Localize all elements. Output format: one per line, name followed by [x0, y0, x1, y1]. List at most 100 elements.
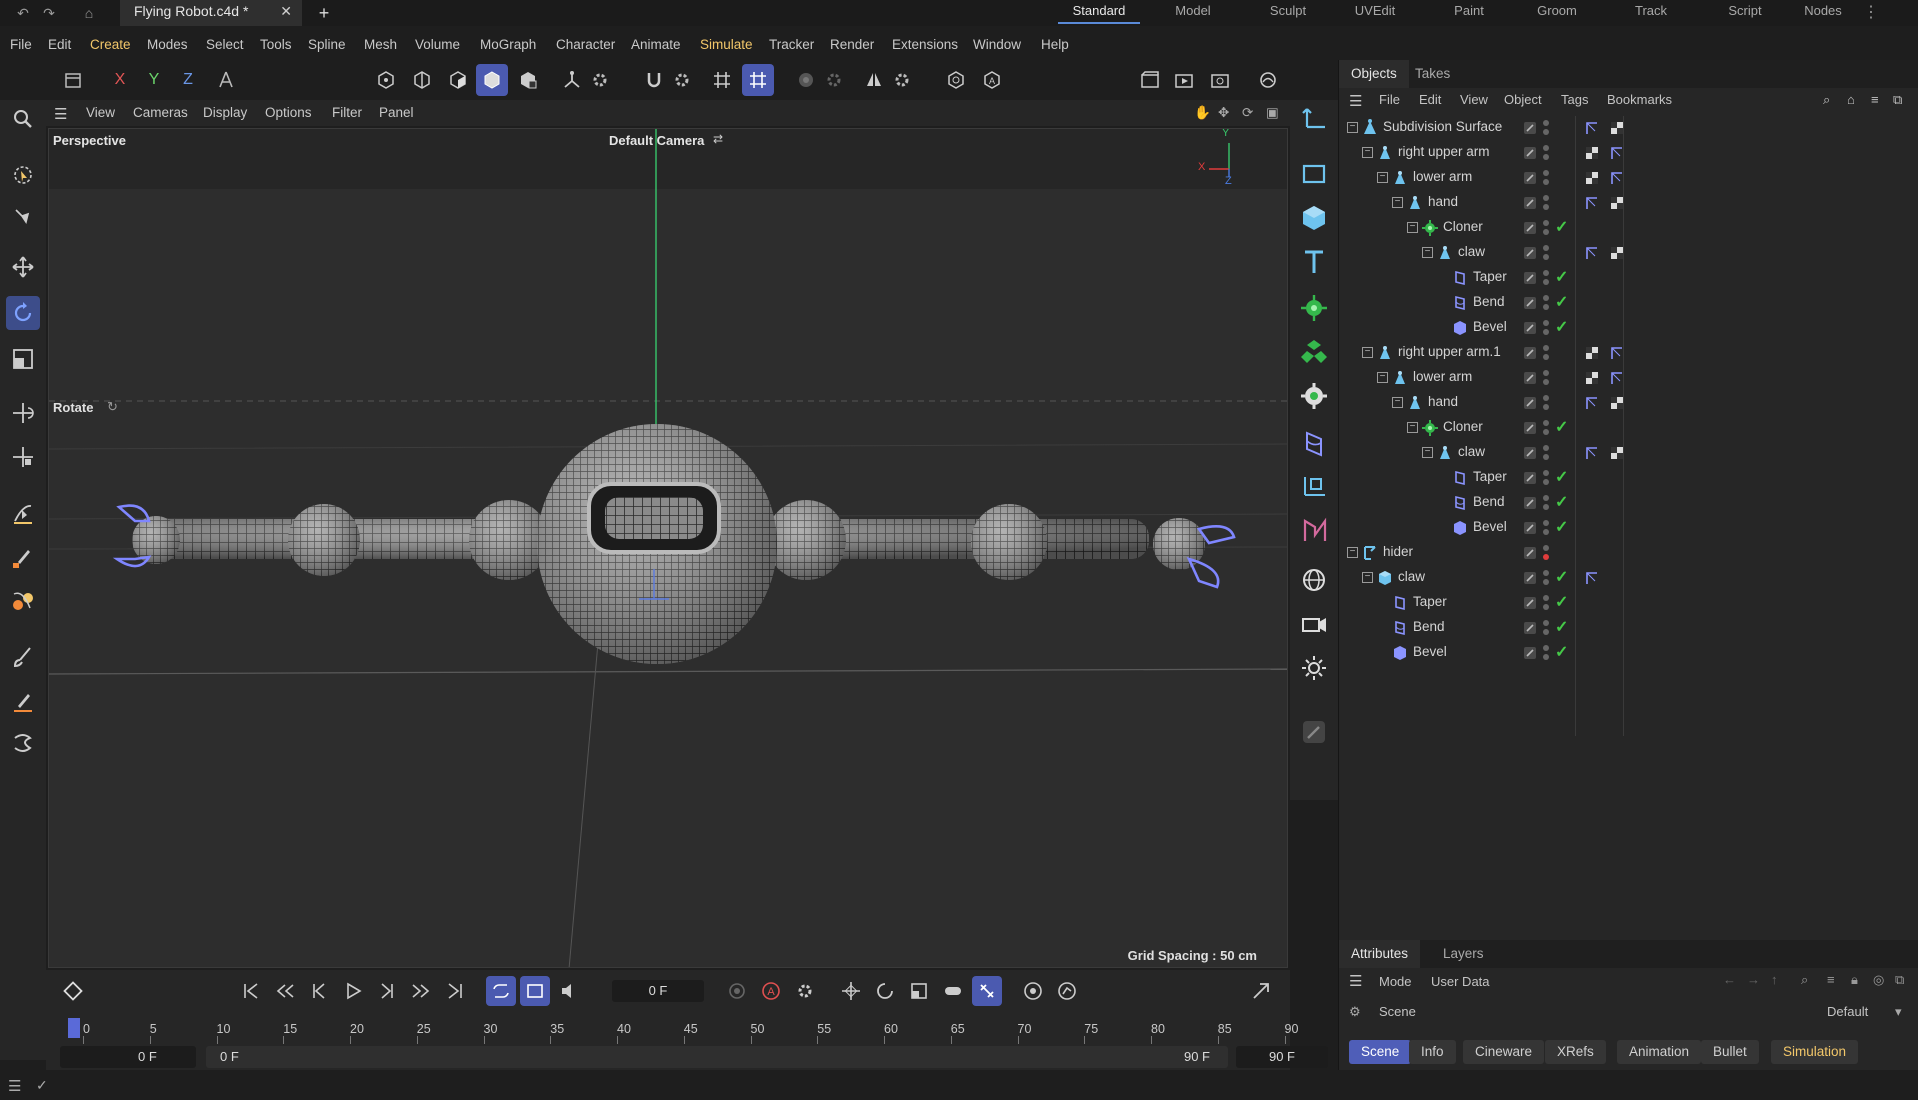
visibility-dots-icon[interactable]	[1542, 244, 1556, 262]
object-name[interactable]: Subdivision Surface	[1383, 119, 1502, 134]
scale-icon[interactable]	[6, 342, 40, 376]
coordinate-system-icon[interactable]	[210, 64, 242, 96]
enabled-check-icon[interactable]: ✓	[1555, 642, 1569, 661]
layer-edit-icon[interactable]	[1523, 321, 1537, 335]
checker-tag-icon[interactable]	[1585, 146, 1599, 160]
soft-selection-settings-icon[interactable]	[818, 64, 850, 96]
checker-tag-icon[interactable]	[1610, 446, 1624, 460]
collapse-toggle-icon[interactable]: −	[1362, 147, 1373, 158]
toggle-views-icon[interactable]: ▣	[1266, 105, 1279, 121]
enabled-check-icon[interactable]: ✓	[1555, 617, 1569, 636]
phong-tag-icon[interactable]	[1585, 196, 1599, 210]
objects-menu-bookmarks[interactable]: Bookmarks	[1607, 92, 1672, 107]
object-row[interactable]: − right upper arm.1	[1339, 341, 1918, 365]
status-check-icon[interactable]: ✓	[36, 1077, 48, 1094]
placement-icon[interactable]	[6, 440, 40, 474]
objects-menu-tags[interactable]: Tags	[1561, 92, 1588, 107]
layer-edit-icon[interactable]	[1523, 521, 1537, 535]
object-name[interactable]: lower arm	[1413, 169, 1472, 184]
paint-pen-icon[interactable]	[6, 684, 40, 718]
layer-edit-icon[interactable]	[1523, 196, 1537, 210]
menu-select[interactable]: Select	[206, 37, 244, 52]
layer-edit-icon[interactable]	[1523, 446, 1537, 460]
close-tab-icon[interactable]: ✕	[280, 0, 292, 22]
checker-tag-icon[interactable]	[1610, 121, 1624, 135]
enabled-check-icon[interactable]: ✓	[1555, 417, 1569, 436]
enabled-check-icon[interactable]: ✓	[1555, 567, 1569, 586]
object-row[interactable]: Bevel ✓	[1339, 641, 1918, 665]
axis-settings-icon[interactable]	[584, 64, 616, 96]
viewport-menu-filter[interactable]: Filter	[332, 105, 362, 120]
new-tab-icon[interactable]: +	[315, 4, 333, 22]
grid-snap-icon[interactable]	[706, 64, 738, 96]
object-row[interactable]: Bend ✓	[1339, 491, 1918, 515]
rectangle-spline-icon[interactable]	[1296, 156, 1332, 192]
object-name[interactable]: claw	[1458, 444, 1485, 459]
layer-edit-icon[interactable]	[1523, 146, 1537, 160]
visibility-dots-icon[interactable]	[1542, 444, 1556, 462]
tab-takes[interactable]: Takes	[1403, 60, 1462, 88]
menu-extensions[interactable]: Extensions	[892, 37, 958, 52]
layer-edit-icon[interactable]	[1523, 621, 1537, 635]
object-row[interactable]: Taper ✓	[1339, 266, 1918, 290]
render-settings-icon[interactable]	[1204, 64, 1236, 96]
menu-create[interactable]: Create	[90, 37, 131, 52]
tweak-icon[interactable]	[6, 200, 40, 234]
layer-edit-icon[interactable]	[1523, 421, 1537, 435]
object-name[interactable]: Bend	[1473, 294, 1505, 309]
layout-tab-model[interactable]: Model	[1164, 0, 1222, 24]
collapse-toggle-icon[interactable]: −	[1347, 547, 1358, 558]
collapse-toggle-icon[interactable]: −	[1377, 172, 1388, 183]
forward-arrow-icon[interactable]: →	[1747, 972, 1760, 987]
object-name[interactable]: right upper arm.1	[1398, 344, 1501, 359]
document-tab[interactable]: Flying Robot.c4d * ✕	[120, 0, 302, 26]
phong-tag-icon[interactable]	[1585, 121, 1599, 135]
checker-tag-icon[interactable]	[1585, 346, 1599, 360]
viewport-menu-cameras[interactable]: Cameras	[133, 105, 188, 120]
object-row[interactable]: − Cloner ✓	[1339, 216, 1918, 240]
object-row[interactable]: − claw	[1339, 441, 1918, 465]
attr-button-animation[interactable]: Animation	[1617, 1040, 1702, 1064]
target-icon[interactable]: ◎	[1873, 972, 1884, 988]
objects-menu-file[interactable]: File	[1379, 92, 1400, 107]
collapse-toggle-icon[interactable]: −	[1362, 347, 1373, 358]
enabled-check-icon[interactable]: ✓	[1555, 217, 1569, 236]
enabled-check-icon[interactable]: ✓	[1555, 267, 1569, 286]
menu-tools[interactable]: Tools	[260, 37, 292, 52]
tab-attributes[interactable]: Attributes	[1339, 940, 1421, 968]
checker-tag-icon[interactable]	[1610, 246, 1624, 260]
light-object-icon[interactable]	[1296, 650, 1332, 686]
attr-button-scene[interactable]: Scene	[1349, 1040, 1412, 1064]
visibility-dots-icon[interactable]	[1542, 494, 1556, 512]
visibility-dots-icon[interactable]	[1542, 294, 1556, 312]
tab-layers[interactable]: Layers	[1431, 940, 1496, 968]
object-row[interactable]: Bevel ✓	[1339, 516, 1918, 540]
tag-icon[interactable]	[1296, 714, 1332, 750]
object-name[interactable]: Bend	[1473, 494, 1505, 509]
projection-label[interactable]: Perspective	[53, 133, 126, 148]
collapse-toggle-icon[interactable]: −	[1392, 397, 1403, 408]
rotate-icon[interactable]	[6, 296, 40, 330]
live-selection-icon[interactable]	[6, 158, 40, 192]
visibility-dots-icon[interactable]	[1542, 269, 1556, 287]
menu-file[interactable]: File	[10, 37, 32, 52]
enabled-check-icon[interactable]: ✓	[1555, 317, 1569, 336]
objects-filter-icon[interactable]: ≡	[1871, 92, 1879, 107]
camera-label[interactable]: Default Camera	[609, 133, 704, 148]
attributes-new-window-icon[interactable]: ⧉	[1895, 972, 1904, 988]
back-arrow-icon[interactable]: ←	[1723, 972, 1736, 987]
phong-tag-icon[interactable]	[1585, 571, 1599, 585]
deformer-icon[interactable]	[1296, 426, 1332, 462]
layer-edit-icon[interactable]	[1523, 246, 1537, 260]
render-view-icon[interactable]	[1134, 64, 1166, 96]
menu-volume[interactable]: Volume	[415, 37, 460, 52]
layout-tab-track[interactable]: Track	[1622, 0, 1680, 24]
phong-tag-icon[interactable]	[1610, 171, 1624, 185]
layer-edit-icon[interactable]	[1523, 496, 1537, 510]
preset-dropdown[interactable]: Default	[1827, 1004, 1868, 1019]
layer-edit-icon[interactable]	[1523, 296, 1537, 310]
object-row[interactable]: Bend ✓	[1339, 616, 1918, 640]
object-row[interactable]: Taper ✓	[1339, 591, 1918, 615]
menu-mesh[interactable]: Mesh	[364, 37, 397, 52]
sculpt-icon[interactable]	[6, 726, 40, 760]
